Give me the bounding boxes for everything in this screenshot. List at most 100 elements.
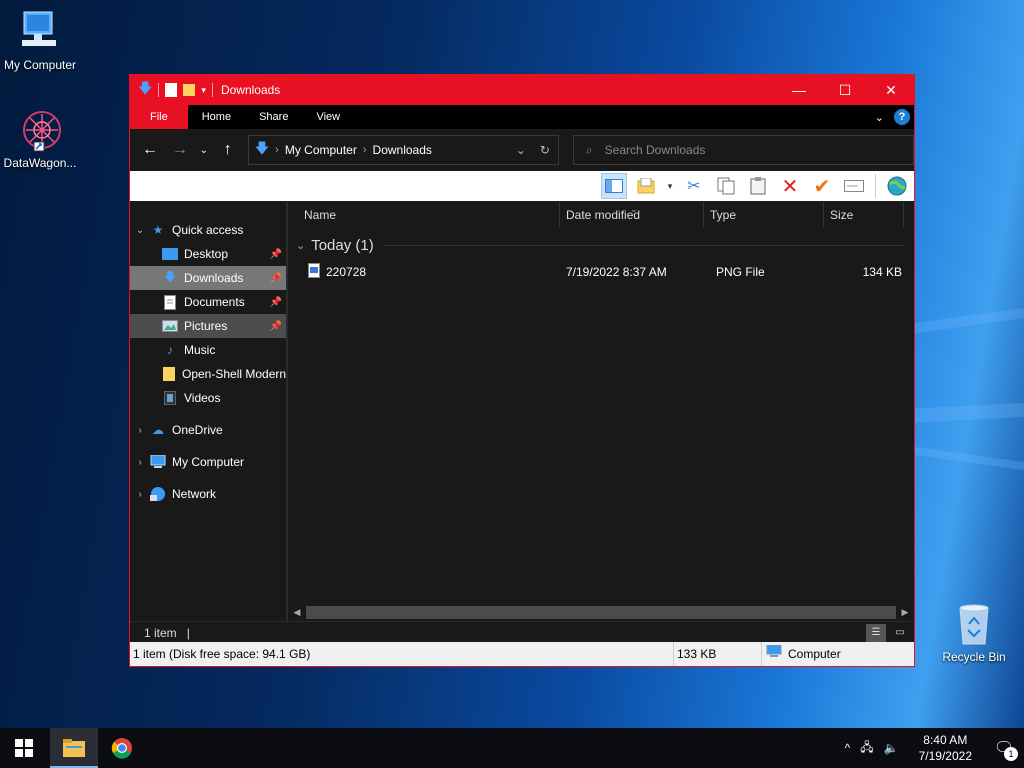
scroll-right-icon[interactable]: ▶ (896, 607, 914, 618)
explorer-window: 🡇 ▾ Downloads — ☐ ✕ File Home Share View… (129, 74, 915, 667)
nav-item-open-shell[interactable]: Open-Shell Modern (130, 362, 286, 386)
scroll-thumb[interactable] (306, 606, 896, 619)
cut-icon[interactable]: ✂ (681, 173, 707, 199)
new-folder-icon[interactable] (183, 84, 196, 96)
folder-icon (162, 366, 176, 382)
column-header-name[interactable]: Name (288, 202, 560, 228)
up-button[interactable]: ↑ (216, 141, 240, 159)
taskbar-chrome[interactable] (98, 728, 146, 768)
nav-item-desktop[interactable]: Desktop 📌 (130, 242, 286, 266)
file-row[interactable]: 220728 7/19/2022 8:37 AM PNG File 134 KB (288, 260, 914, 284)
download-arrow-icon: 🡇 (254, 140, 270, 156)
expand-chevron-icon[interactable]: › (130, 489, 150, 500)
volume-icon[interactable]: 🔈 (884, 741, 899, 755)
nav-item-pictures[interactable]: Pictures 📌 (130, 314, 286, 338)
nav-item-music[interactable]: ♪ Music (130, 338, 286, 362)
delete-icon[interactable]: ✕ (777, 173, 803, 199)
desktop-icon-my-computer[interactable]: My Computer (0, 10, 80, 72)
nav-onedrive[interactable]: › ☁ OneDrive (130, 418, 286, 442)
rename-icon[interactable] (841, 173, 867, 199)
horizontal-scrollbar[interactable]: ◀ ▶ (288, 604, 914, 621)
taskbar-file-explorer[interactable] (50, 728, 98, 768)
pin-icon[interactable]: 📌 (270, 321, 282, 332)
qat-dropdown-icon[interactable]: ▾ (201, 85, 206, 96)
star-icon: ★ (152, 223, 164, 237)
tab-share[interactable]: Share (245, 105, 302, 129)
expand-ribbon-icon[interactable]: ⌄ (875, 111, 884, 124)
network-icon (150, 486, 166, 502)
address-bar[interactable]: 🡇 › My Computer › Downloads ⌄ ↻ (247, 135, 559, 165)
breadcrumb-my-computer[interactable]: My Computer (285, 143, 357, 157)
nav-my-computer[interactable]: › My Computer (130, 450, 286, 474)
column-header-type[interactable]: Type (704, 202, 824, 228)
maximize-button[interactable]: ☐ (822, 75, 868, 105)
breadcrumb-downloads[interactable]: Downloads (373, 143, 432, 157)
nav-network[interactable]: › Network (130, 482, 286, 506)
computer-icon (150, 454, 166, 470)
copy-icon[interactable] (713, 173, 739, 199)
start-button[interactable] (0, 728, 48, 768)
globe-icon[interactable] (884, 173, 910, 199)
nav-item-documents[interactable]: Documents 📌 (130, 290, 286, 314)
nav-item-downloads[interactable]: 🡇 Downloads 📌 (130, 266, 286, 290)
location-label: Computer (788, 647, 841, 661)
network-icon[interactable]: 🖧 (860, 738, 873, 759)
column-header-size[interactable]: Size (824, 202, 904, 228)
computer-icon (20, 10, 60, 54)
pin-icon[interactable]: 📌 (270, 273, 282, 284)
desktop-icon-label: My Computer (3, 58, 77, 72)
forward-button[interactable]: → (168, 141, 192, 159)
system-tray: ^ 🖧 🔈 8:40 AM 7/19/2022 🗨 1 (845, 732, 1024, 764)
clock[interactable]: 8:40 AM 7/19/2022 (909, 732, 982, 764)
selection-size: 133 KB (674, 642, 762, 666)
image-file-icon (308, 263, 320, 281)
group-header-today[interactable]: ⌄ Today (1) (288, 232, 914, 258)
document-icon (162, 294, 178, 310)
details-view-icon[interactable]: ☰ (866, 623, 886, 642)
windows-logo-icon (15, 739, 33, 757)
title-bar[interactable]: 🡇 ▾ Downloads — ☐ ✕ (130, 75, 914, 105)
desktop-icon-datawagon[interactable]: DataWagon... (0, 108, 80, 170)
large-icons-view-icon[interactable]: ▭ (890, 624, 910, 642)
navigation-pane-icon[interactable] (601, 173, 627, 199)
back-button[interactable]: ← (138, 141, 162, 159)
collapse-chevron-icon[interactable]: ⌄ (296, 239, 305, 252)
nav-item-videos[interactable]: Videos (130, 386, 286, 410)
file-list: Name ⌄ Date modified Type Size ⌄ Today (… (288, 202, 914, 621)
disk-free-info: 1 item (Disk free space: 94.1 GB) (130, 642, 674, 666)
search-placeholder: Search Downloads (604, 143, 706, 157)
minimize-button[interactable]: — (776, 75, 822, 105)
desktop-icon-recycle-bin[interactable]: Recycle Bin (934, 602, 1014, 664)
breadcrumb-separator: › (275, 144, 279, 156)
desktop-icon-label: DataWagon... (3, 156, 77, 170)
options-dropdown-icon[interactable]: ▾ (665, 173, 675, 199)
folder-icon (63, 739, 85, 757)
pin-icon[interactable]: 📌 (270, 297, 282, 308)
expand-chevron-icon[interactable]: ⌄ (130, 225, 150, 236)
ribbon-tabs: File Home Share View ⌄ ? (130, 105, 914, 129)
pin-icon[interactable]: 📌 (270, 249, 282, 260)
close-button[interactable]: ✕ (868, 75, 914, 105)
computer-icon (766, 642, 782, 666)
tab-view[interactable]: View (302, 105, 354, 129)
search-box[interactable]: ⌕ Search Downloads (572, 135, 915, 165)
address-dropdown-icon[interactable]: ⌄ (516, 143, 526, 157)
paste-icon[interactable] (745, 173, 771, 199)
properties-icon[interactable] (165, 83, 178, 97)
expand-chevron-icon[interactable]: › (130, 457, 150, 468)
column-header-date[interactable]: ⌄ Date modified (560, 202, 704, 228)
tab-home[interactable]: Home (188, 105, 245, 129)
desktop-icon-label: Recycle Bin (942, 650, 1006, 664)
properties-check-icon[interactable]: ✔ (809, 173, 835, 199)
recent-locations-button[interactable]: ⌄ (192, 145, 216, 156)
nav-quick-access[interactable]: ⌄ ★ Quick access (130, 218, 286, 242)
show-hidden-icons-icon[interactable]: ^ (845, 741, 851, 755)
tab-file[interactable]: File (130, 105, 188, 129)
help-icon[interactable]: ? (894, 109, 910, 125)
scroll-left-icon[interactable]: ◀ (288, 607, 306, 618)
search-icon: ⌕ (585, 142, 593, 157)
expand-chevron-icon[interactable]: › (130, 425, 150, 436)
refresh-icon[interactable]: ↻ (540, 143, 550, 157)
action-center-button[interactable]: 🗨 1 (992, 736, 1018, 761)
cloud-icon: ☁ (152, 423, 164, 437)
